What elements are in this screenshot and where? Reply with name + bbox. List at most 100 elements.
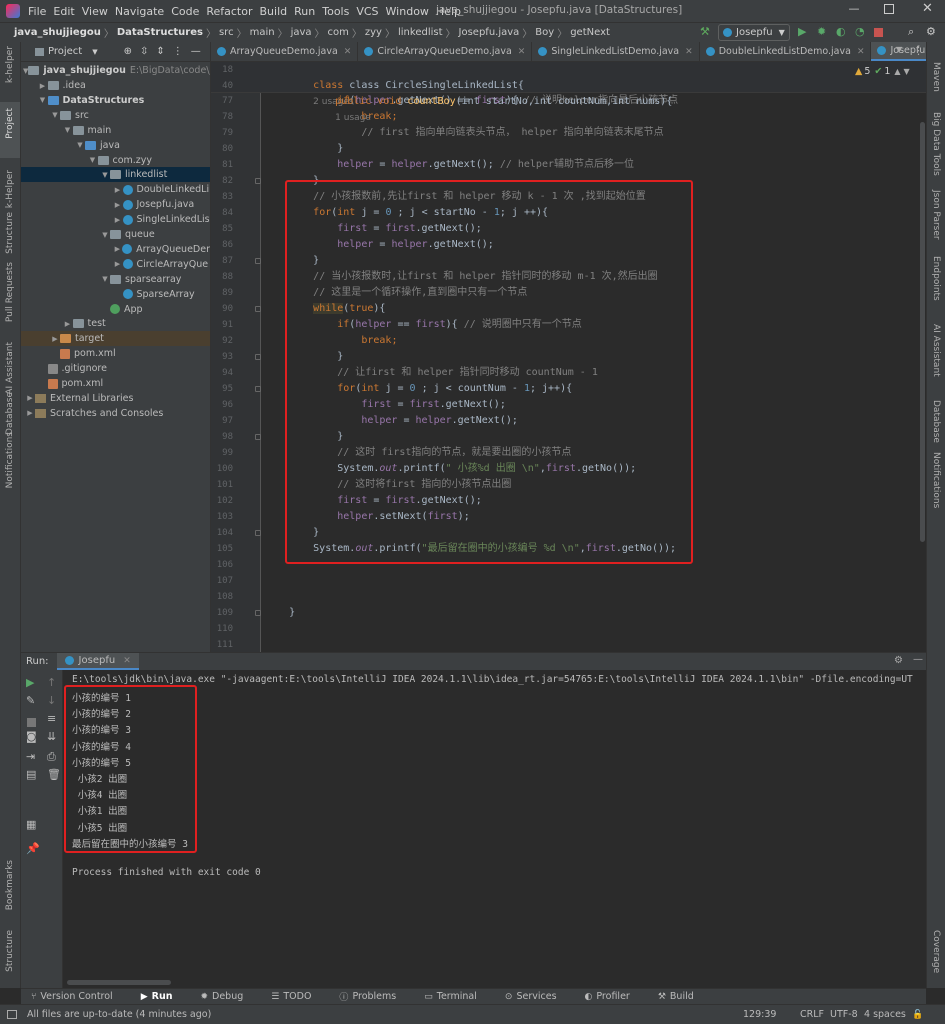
fold-marker-icon[interactable]	[255, 434, 261, 440]
editor-scrollbar[interactable]	[920, 122, 925, 542]
file-encoding[interactable]: UTF-8	[830, 1009, 858, 1020]
chevron-right-icon[interactable]: ▶	[38, 82, 48, 90]
bottom-tool-debug[interactable]: ✹ Debug	[200, 991, 257, 1002]
options-icon[interactable]: ⋮	[173, 46, 183, 57]
run-console[interactable]: E:\tools\jdk\bin\java.exe "-javaagent:E:…	[63, 670, 926, 988]
hide-icon[interactable]: —	[191, 46, 201, 57]
maximize-button[interactable]	[884, 4, 894, 14]
close-icon[interactable]: ✕	[857, 47, 865, 57]
coverage-icon[interactable]: ◐	[836, 25, 846, 38]
lock-icon[interactable]: 🔓	[912, 1010, 923, 1020]
hammer-icon[interactable]: ⚒	[700, 25, 710, 38]
close-icon[interactable]: ✕	[123, 656, 131, 666]
tree-item[interactable]: ▶ .idea	[21, 78, 210, 93]
scroll-end-icon[interactable]: ⇊	[47, 730, 56, 743]
chevron-down-icon[interactable]: ▼	[100, 171, 110, 179]
camera-icon[interactable]: ◙	[26, 730, 37, 743]
tab-overflow-icon[interactable]: ▼	[896, 45, 902, 54]
tree-item[interactable]: ▶ Scratches and Consoles	[21, 406, 210, 421]
tree-item[interactable]: ▶ Josepfu.java	[21, 197, 210, 212]
close-window-button[interactable]: ✕	[922, 1, 933, 16]
down-arrow-icon[interactable]: ↓	[47, 694, 56, 707]
bottom-tool-problems[interactable]: ⓘ Problems	[339, 990, 410, 1003]
close-icon[interactable]: ✕	[344, 47, 352, 57]
pin-icon[interactable]: 📌	[26, 842, 40, 855]
chevron-down-icon[interactable]: ▼	[38, 96, 48, 104]
stop-run-icon[interactable]	[27, 718, 36, 727]
chevron-down-icon[interactable]: ▼	[50, 111, 60, 119]
editor-tab[interactable]: CircleArrayQueueDemo.java ✕	[358, 42, 533, 61]
breadcrumb-item[interactable]: com	[328, 27, 349, 38]
chevron-right-icon[interactable]: ▶	[113, 245, 123, 253]
hide-panel-icon[interactable]: —	[913, 654, 923, 665]
strip-label-big-data-tools[interactable]: Big Data Tools	[931, 112, 941, 176]
menu-run[interactable]: Run	[294, 5, 315, 18]
fold-marker-icon[interactable]	[255, 258, 261, 264]
strip-label-ai-assistant-right[interactable]: AI Assistant	[931, 324, 941, 377]
strip-label-k-helper-2[interactable]: k-Helper	[5, 170, 15, 208]
debug-icon[interactable]: ✹	[817, 25, 826, 38]
tree-item[interactable]: ▼ linkedlist	[21, 167, 210, 183]
tree-item[interactable]: ▶ target	[21, 331, 210, 347]
breadcrumb-item[interactable]: zyy	[365, 27, 382, 38]
expand-icon[interactable]: ⇳	[140, 46, 148, 57]
chevron-right-icon[interactable]: ▶	[113, 201, 123, 209]
strip-label-database[interactable]: Database	[5, 392, 15, 435]
bottom-tool-run[interactable]: ▶ Run	[141, 991, 187, 1002]
tree-item[interactable]: ▼ com.zyy	[21, 153, 210, 168]
breadcrumb-item[interactable]: getNext	[570, 27, 610, 38]
strip-label-project[interactable]: Project	[5, 108, 15, 139]
strip-label-structure[interactable]: Structure	[5, 212, 15, 254]
strip-label-notifications[interactable]: Notifications	[5, 432, 15, 488]
chevron-down-icon[interactable]: ▼	[92, 48, 97, 56]
line-separator[interactable]: CRLF	[800, 1009, 824, 1020]
fold-marker-icon[interactable]	[255, 306, 261, 312]
restore-layout-icon[interactable]: ▤	[26, 768, 36, 781]
run-tab[interactable]: Josepfu ✕	[56, 653, 139, 670]
strip-label-pull-requests[interactable]: Pull Requests	[5, 262, 15, 322]
chevron-right-icon[interactable]: ▶	[25, 409, 35, 417]
tree-item[interactable]: SparseArray	[21, 287, 210, 302]
tree-item[interactable]: .gitignore	[21, 361, 210, 376]
tree-item[interactable]: ▶ SingleLinkedLis	[21, 212, 210, 227]
bottom-tool-terminal[interactable]: ▭ Terminal	[424, 991, 491, 1002]
fold-marker-icon[interactable]	[255, 530, 261, 536]
trash-icon[interactable]: 🗑	[47, 768, 61, 781]
chevron-down-icon[interactable]: ▼	[88, 156, 98, 164]
settings-gear-icon[interactable]: ⚙	[926, 25, 936, 38]
inspection-widget[interactable]: ▲ 5 ✔ 1 ▲ ▼	[855, 66, 910, 77]
breadcrumb-item[interactable]: DataStructures	[117, 27, 203, 38]
chevron-right-icon[interactable]: ▶	[113, 216, 123, 224]
strip-label-notifications-right[interactable]: Notifications	[931, 452, 941, 508]
tree-item[interactable]: ▼ main	[21, 123, 210, 138]
settings-gear-icon[interactable]: ⚙	[894, 655, 903, 666]
breadcrumb-item[interactable]: java_shujjiegou	[14, 27, 101, 38]
tree-item[interactable]: ▶ test	[21, 316, 210, 331]
up-arrow-icon[interactable]: ↑	[47, 676, 56, 689]
breadcrumb-item[interactable]: src	[219, 27, 234, 38]
tree-item[interactable]: ▶ DoubleLinkedLi	[21, 182, 210, 197]
tree-item[interactable]: ▶ External Libraries	[21, 391, 210, 406]
breadcrumb-item[interactable]: Boy	[535, 27, 554, 38]
close-icon[interactable]: ✕	[518, 47, 526, 57]
chevron-down-icon[interactable]: ▼	[63, 126, 73, 134]
run-icon[interactable]: ▶	[798, 25, 806, 38]
strip-label-bookmarks[interactable]: Bookmarks	[5, 860, 15, 910]
breadcrumb-item[interactable]: Josepfu.java	[459, 27, 520, 38]
stop-icon[interactable]	[874, 28, 883, 37]
soft-wrap-icon[interactable]: ≡	[47, 712, 56, 725]
editor-tab[interactable]: SingleLinkedListDemo.java ✕	[532, 42, 700, 61]
chevron-right-icon[interactable]: ▶	[113, 260, 123, 268]
strip-label-k-helper[interactable]: k-helper	[5, 46, 15, 83]
fold-marker-icon[interactable]	[255, 386, 261, 392]
menu-tools[interactable]: Tools	[322, 5, 349, 18]
strip-label-coverage[interactable]: Coverage	[931, 930, 941, 973]
tree-item[interactable]: ▼ queue	[21, 227, 210, 242]
tree-item[interactable]: pom.xml	[21, 376, 210, 391]
strip-label-structure-bottom[interactable]: Structure	[5, 930, 15, 972]
chevron-right-icon[interactable]: ▶	[63, 320, 73, 328]
status-panel-icon[interactable]	[7, 1010, 17, 1019]
print-icon[interactable]: ⎙	[47, 750, 56, 764]
layout-icon[interactable]: ▦	[26, 818, 36, 831]
project-panel-title[interactable]: Project	[48, 46, 82, 57]
